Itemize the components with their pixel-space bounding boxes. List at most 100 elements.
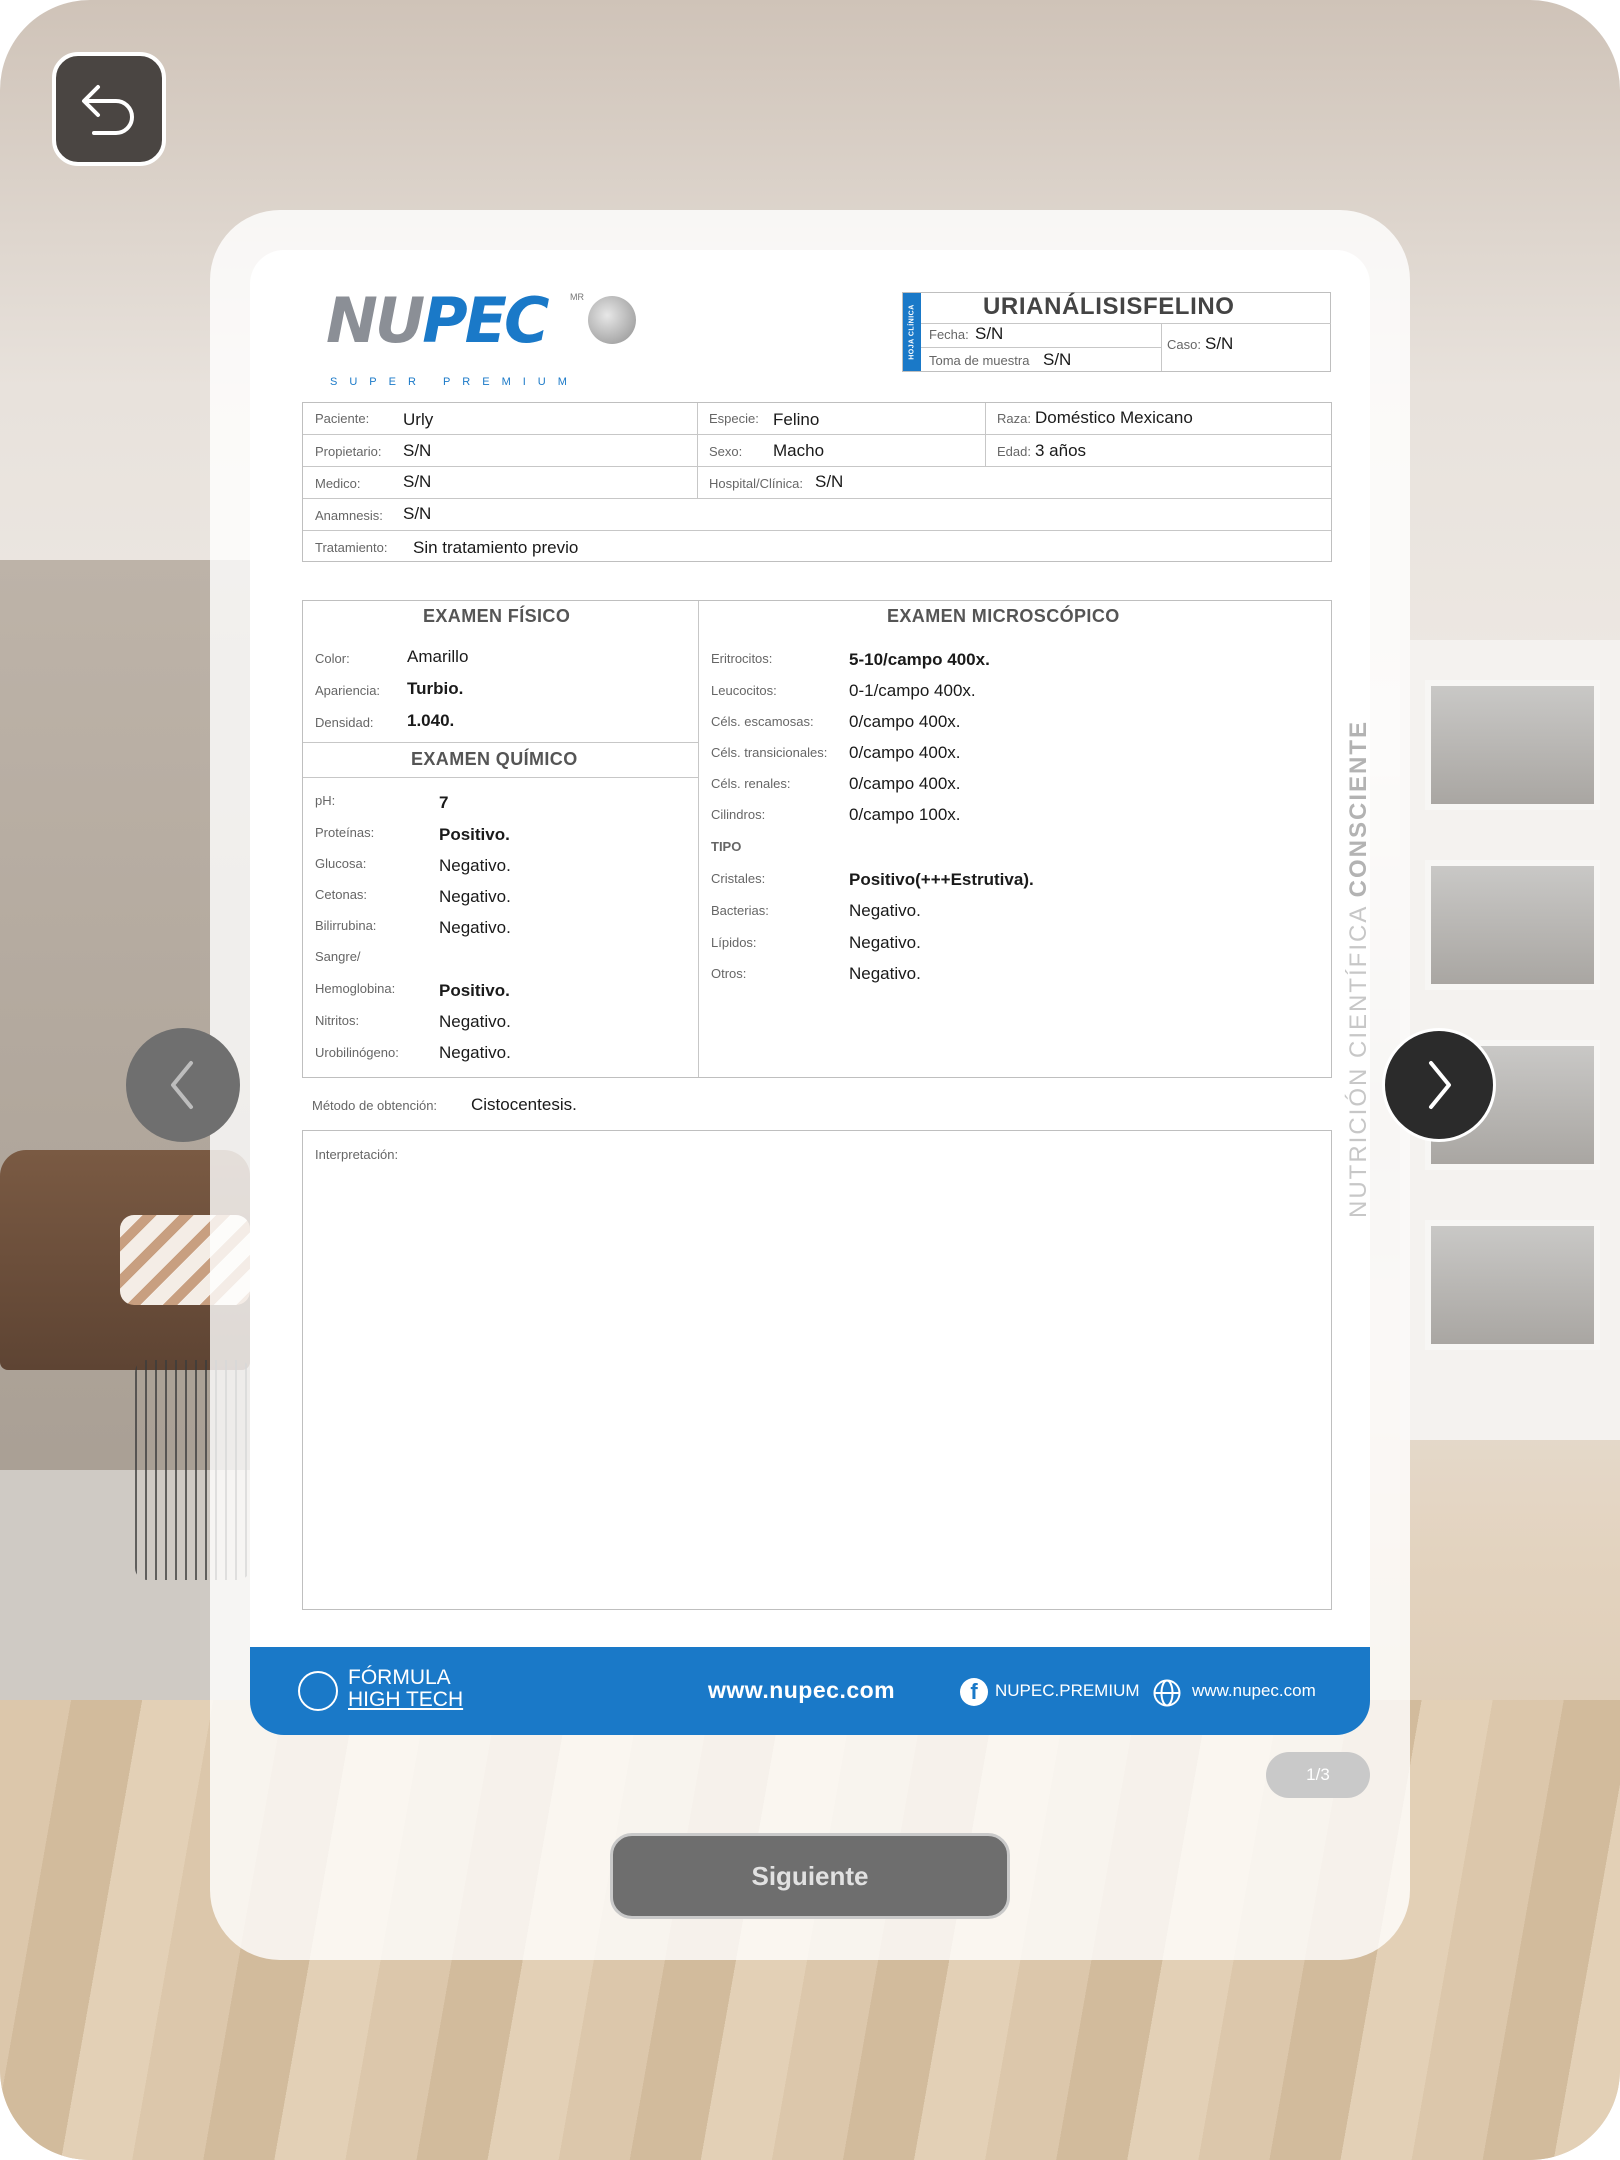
window-pane (1425, 860, 1600, 990)
divider (303, 498, 1331, 499)
fisico-value: 1.040. (407, 711, 455, 730)
facebook-icon: f (960, 1678, 988, 1706)
divider (985, 403, 986, 466)
screen: NUPEC MR SUPER PREMIUM HOJA CLÍNICA URIA… (0, 0, 1620, 2160)
window-pane (1425, 1220, 1600, 1350)
sexo-label: Sexo: (709, 444, 743, 459)
siguiente-button[interactable]: Siguiente (610, 1833, 1010, 1919)
divider (303, 466, 1331, 467)
micro-value: Positivo(+++Estrutiva). (849, 870, 1034, 889)
fisico-value: Amarillo (407, 647, 469, 666)
micro-label: Lípidos: (711, 935, 757, 950)
especie-label: Especie: (709, 411, 759, 426)
logo-tagline: SUPER PREMIUM (330, 376, 579, 388)
logo-badge-icon (588, 296, 636, 344)
divider (303, 434, 1331, 435)
logo-mark: MR (570, 292, 584, 302)
footer-website-small: www.nupec.com (1192, 1681, 1316, 1700)
quimico-value: Negativo. (439, 1043, 511, 1062)
quimico-label: pH: (315, 793, 336, 808)
exam-section: EXAMEN FÍSICO Color: Amarillo Apariencia… (302, 600, 1332, 1078)
logo-text-accent: PEC (422, 284, 549, 357)
chevron-right-icon (1429, 1061, 1451, 1109)
divider (303, 530, 1331, 531)
quimico-label: Nitritos: (315, 1013, 360, 1028)
tratamiento-label: Tratamiento: (315, 540, 388, 555)
logo-text: NU (326, 284, 425, 357)
hoja-label: HOJA CLÍNICA (908, 304, 916, 360)
micro-value: 0/campo 400x. (849, 743, 961, 762)
fisico-value: Turbio. (407, 679, 464, 698)
fisico-label: Apariencia: (315, 683, 381, 698)
micro-label: Bacterias: (711, 903, 769, 918)
examen-fisico-title: EXAMEN FÍSICO (423, 606, 571, 626)
micro-value: Negativo. (849, 901, 921, 920)
quimico-value: Positivo. (439, 981, 510, 1000)
micro-value: 0/campo 400x. (849, 774, 961, 793)
hospital-label: Hospital/Clínica: (709, 476, 803, 491)
quimico-label: Urobilinógeno: (315, 1045, 399, 1060)
especie-value: Felino (773, 410, 820, 429)
formula-high-tech-icon (298, 1671, 338, 1711)
fisico-label: Color: (315, 651, 350, 666)
examen-microscopico-title: EXAMEN MICROSCÓPICO (887, 606, 1120, 626)
micro-label: Cilindros: (711, 807, 766, 822)
interpretacion-label: Interpretación: (315, 1147, 399, 1162)
quimico-value: Negativo. (439, 918, 511, 937)
fisico-label: Densidad: (315, 715, 374, 730)
micro-label: Céls. escamosas: (711, 714, 814, 729)
caso-value: S/N (1205, 334, 1234, 353)
previous-page-button[interactable] (126, 1028, 240, 1142)
raza-value: Doméstico Mexicano (1035, 408, 1193, 427)
toma-label: Toma de muestra (929, 353, 1030, 368)
micro-label: Eritrocitos: (711, 651, 773, 666)
back-arrow-icon (82, 85, 134, 135)
micro-label: Céls. renales: (711, 776, 791, 791)
side-slogan: NUTRICIÓN CIENTÍFICA CONSCIENTE (1345, 720, 1373, 1218)
next-page-button[interactable] (1382, 1028, 1496, 1142)
anamnesis-label: Anamnesis: (315, 508, 383, 523)
slogan-part2: CONSCIENTE (1345, 719, 1372, 898)
divider (303, 777, 698, 778)
divider (698, 601, 699, 1077)
metodo-label: Método de obtención: (312, 1098, 438, 1113)
formula-high-tech: FÓRMULA HIGH TECH (348, 1667, 463, 1711)
divider (1161, 323, 1162, 371)
metodo-value: Cistocentesis. (471, 1095, 577, 1114)
quimico-label: Cetonas: (315, 887, 368, 902)
divider (921, 347, 1161, 348)
footer-website: www.nupec.com (708, 1677, 896, 1703)
sexo-value: Macho (773, 441, 825, 460)
chevron-left-icon (171, 1061, 193, 1109)
micro-label: Leucocitos: (711, 683, 777, 698)
micro-value: 0/campo 400x. (849, 712, 961, 731)
medico-value: S/N (403, 472, 432, 491)
facebook-handle: NUPEC.PREMIUM (995, 1681, 1140, 1700)
quimico-value: Negativo. (439, 856, 511, 875)
raza-label: Raza: (997, 411, 1031, 426)
window-pane (1425, 680, 1600, 810)
edad-label: Edad: (997, 444, 1031, 459)
paciente-label: Paciente: (315, 411, 370, 426)
quimico-label: Hemoglobina: (315, 981, 396, 996)
quimico-label: Bilirrubina: (315, 918, 377, 933)
interpretacion-box: Interpretación: (302, 1130, 1332, 1610)
caso-label: Caso: (1167, 337, 1201, 352)
micro-label: Cristales: (711, 871, 766, 886)
micro-tipo-label: TIPO (711, 839, 742, 854)
nupec-logo: NUPEC MR SUPER PREMIUM (326, 284, 656, 388)
document-title: URIANÁLISISFELINO (983, 293, 1235, 320)
hospital-value: S/N (815, 472, 844, 491)
micro-label: Otros: (711, 966, 747, 981)
formula-line2: HIGH TECH (348, 1688, 464, 1711)
header-box: HOJA CLÍNICA URIANÁLISISFELINO Fecha: S/… (902, 292, 1331, 372)
quimico-value: Negativo. (439, 1012, 511, 1031)
micro-label: Céls. transicionales: (711, 745, 828, 760)
clinical-sheet: NUPEC MR SUPER PREMIUM HOJA CLÍNICA URIA… (250, 250, 1370, 1735)
paciente-value: Urly (403, 410, 434, 429)
micro-value: 5-10/campo 400x. (849, 650, 990, 669)
patient-info: Paciente: Urly Especie: Felino Raza: Dom… (302, 402, 1332, 562)
back-button[interactable] (52, 52, 166, 166)
edad-value: 3 años (1035, 441, 1087, 460)
quimico-label: Proteínas: (315, 825, 375, 840)
